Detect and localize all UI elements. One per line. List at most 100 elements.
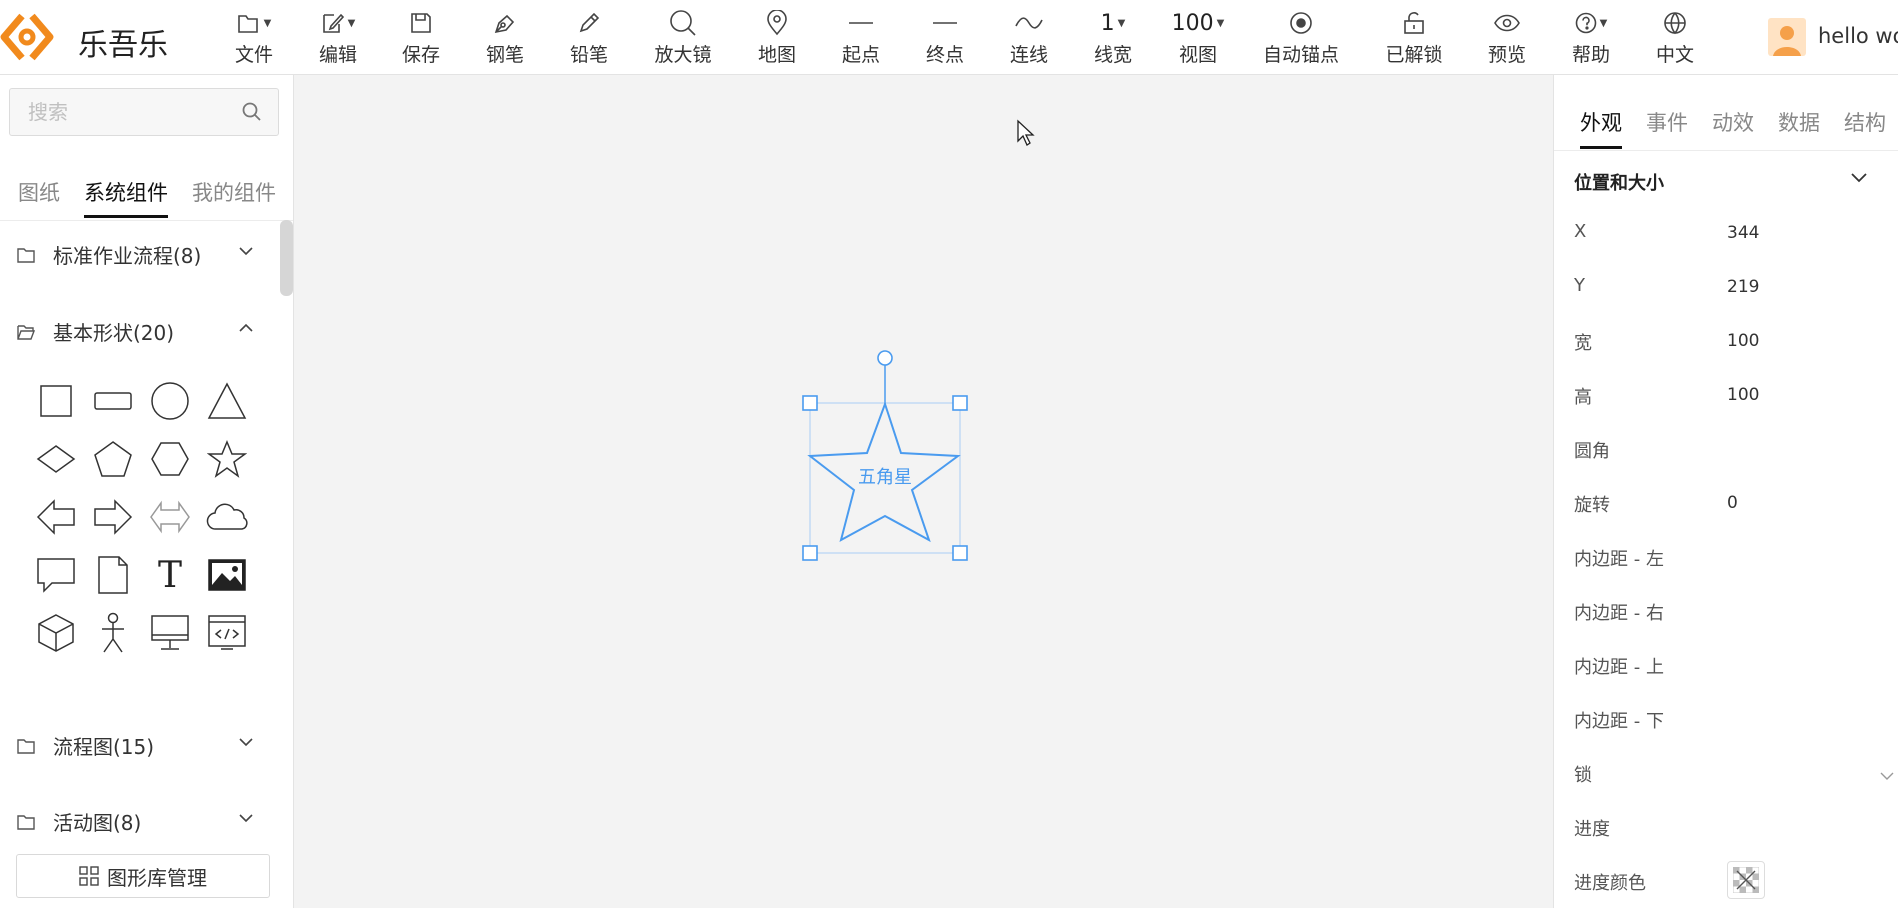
library-manage-button[interactable]: 图形库管理: [16, 854, 270, 898]
prop-x: X 344: [1574, 221, 1760, 243]
edit-menu[interactable]: ▼ 编辑: [318, 8, 358, 68]
shape-text[interactable]: T: [144, 549, 196, 601]
divider: [0, 834, 293, 835]
shape-left-arrow[interactable]: [30, 491, 82, 543]
resize-handle-top-left[interactable]: [802, 395, 818, 411]
tab-events[interactable]: 事件: [1646, 107, 1688, 137]
language-button[interactable]: 中文: [1655, 8, 1695, 68]
unlock-button[interactable]: 已解锁: [1384, 8, 1444, 68]
auto-anchor-button[interactable]: 自动锚点: [1261, 8, 1341, 68]
chevron-down-icon[interactable]: [1850, 172, 1868, 184]
save-button[interactable]: 保存: [401, 8, 441, 68]
magnifier-icon: [670, 10, 696, 36]
view-zoom-select[interactable]: 100 ▼ 视图: [1172, 8, 1225, 68]
shape-square[interactable]: [30, 375, 82, 427]
pen-button[interactable]: 钢笔: [485, 8, 525, 68]
chevron-down-icon: ▼: [1599, 17, 1608, 29]
tab-system-components[interactable]: 系统组件: [84, 177, 168, 218]
shape-iframe[interactable]: [201, 607, 253, 659]
chevron-down-icon: [239, 738, 253, 747]
prop-border-radius: 圆角: [1574, 441, 1610, 462]
preview-button[interactable]: 预览: [1487, 8, 1527, 68]
logo-icon: [0, 13, 54, 61]
shape-file[interactable]: [87, 549, 139, 601]
color-picker-swatch[interactable]: [1727, 861, 1765, 899]
tab-data[interactable]: 数据: [1778, 107, 1820, 137]
property-tabs: 外观 事件 动效 数据 结构: [1554, 75, 1898, 151]
line-start-icon: [849, 22, 873, 24]
category-basic-shapes[interactable]: 基本形状(20): [0, 312, 280, 352]
folder-icon: [17, 739, 35, 754]
rotate-handle[interactable]: [877, 350, 893, 366]
shape-two-way-arrow[interactable]: [144, 491, 196, 543]
pencil-icon: [579, 12, 600, 33]
shape-label: 五角星: [858, 467, 912, 488]
connector-button[interactable]: 连线: [1009, 8, 1049, 68]
shape-circle[interactable]: [144, 375, 196, 427]
prop-rotate: 旋转 0: [1574, 493, 1738, 516]
help-menu[interactable]: ▼ 帮助: [1571, 8, 1611, 68]
tab-appearance[interactable]: 外观: [1580, 107, 1622, 149]
shape-people[interactable]: [87, 607, 139, 659]
shape-message[interactable]: [30, 549, 82, 601]
shape-hexagon[interactable]: [144, 433, 196, 485]
category-sop[interactable]: 标准作业流程(8): [0, 235, 280, 275]
curve-icon: [1015, 17, 1043, 29]
section-title[interactable]: 位置和大小: [1574, 169, 1664, 195]
properties-panel: 外观 事件 动效 数据 结构 位置和大小 X 344 Y 219 宽 100 高…: [1553, 75, 1898, 908]
chevron-down-icon[interactable]: [1879, 771, 1895, 781]
shape-rectangle[interactable]: [87, 375, 139, 427]
pen-icon: [494, 14, 515, 34]
shape-right-arrow[interactable]: [87, 491, 139, 543]
shape-triangle[interactable]: [201, 375, 253, 427]
shape-diamond[interactable]: [30, 433, 82, 485]
chevron-down-icon: ▼: [1216, 17, 1225, 29]
left-panel: 图纸 系统组件 我的组件 标准作业流程(8) 基本形状(20) T: [0, 75, 294, 908]
unlock-icon: [1404, 12, 1424, 34]
avatar[interactable]: [1768, 18, 1806, 56]
shape-star[interactable]: [201, 433, 253, 485]
file-icon: [237, 15, 258, 33]
chevron-down-icon: ▼: [347, 17, 356, 29]
prop-padding-right: 内边距 - 右: [1574, 603, 1664, 624]
resize-handle-bottom-right[interactable]: [952, 545, 968, 561]
canvas-layer: 五角星: [802, 350, 968, 561]
line-start-button[interactable]: 起点: [841, 8, 881, 68]
shape-cube[interactable]: [30, 607, 82, 659]
selected-star-shape[interactable]: [807, 364, 961, 554]
line-width-select[interactable]: 1 ▼ 线宽: [1093, 8, 1133, 68]
search-icon[interactable]: [242, 102, 262, 122]
scrollbar[interactable]: [280, 220, 293, 296]
drawing-canvas[interactable]: 五角星: [294, 75, 1553, 908]
shape-cloud[interactable]: [201, 491, 253, 543]
edit-icon: [322, 13, 344, 33]
pencil-button[interactable]: 铅笔: [569, 8, 609, 68]
chevron-up-icon: [239, 323, 253, 332]
map-button[interactable]: 地图: [757, 8, 797, 68]
category-flowchart[interactable]: 流程图(15): [0, 726, 280, 766]
shape-image[interactable]: [201, 549, 253, 601]
resize-handle-bottom-left[interactable]: [802, 545, 818, 561]
user-name[interactable]: hello wo: [1818, 24, 1898, 48]
category-activity[interactable]: 活动图(8): [0, 802, 280, 842]
tab-structure[interactable]: 结构: [1844, 107, 1886, 137]
prop-padding-top: 内边距 - 上: [1574, 657, 1664, 678]
resize-handle-top-right[interactable]: [952, 395, 968, 411]
file-menu[interactable]: ▼ 文件: [234, 8, 274, 68]
search-input[interactable]: [10, 89, 220, 135]
chevron-down-icon: ▼: [263, 17, 272, 29]
line-end-button[interactable]: 终点: [925, 8, 965, 68]
prop-height: 高 100: [1574, 385, 1760, 408]
magnifier-button[interactable]: 放大镜: [653, 8, 713, 68]
tab-drawings[interactable]: 图纸: [18, 177, 60, 207]
tab-my-components[interactable]: 我的组件: [192, 177, 276, 207]
prop-lock[interactable]: 锁: [1574, 761, 1894, 791]
shape-computer[interactable]: [144, 607, 196, 659]
folder-icon: [17, 815, 35, 830]
globe-icon: [1664, 12, 1686, 35]
shape-pentagon[interactable]: [87, 433, 139, 485]
tab-animation[interactable]: 动效: [1712, 107, 1754, 137]
eye-icon: [1494, 14, 1520, 32]
search-box: [9, 88, 279, 136]
chevron-down-icon: ▼: [1117, 17, 1126, 29]
